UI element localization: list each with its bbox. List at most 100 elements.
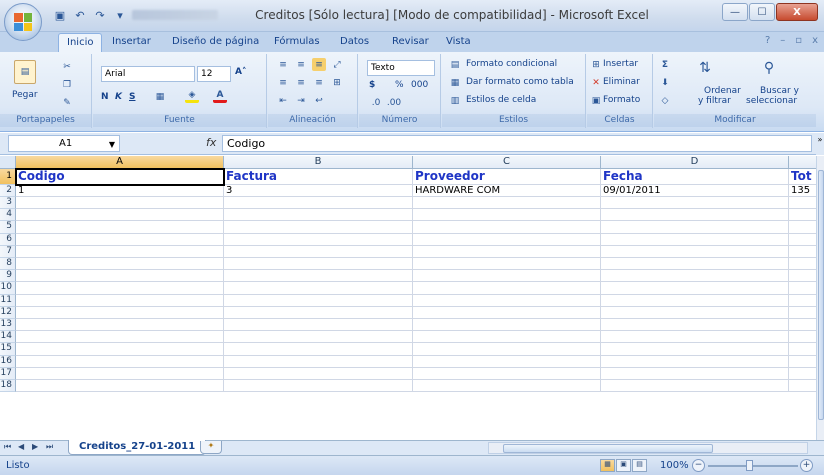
underline-button[interactable]: S — [129, 92, 135, 102]
zoom-level[interactable]: 100% — [660, 460, 689, 471]
row-header-5[interactable]: 5 — [0, 221, 16, 234]
column-header-b[interactable]: B — [224, 156, 413, 169]
cell-e1[interactable]: Tot — [789, 169, 816, 185]
help-icon[interactable]: ? — [765, 35, 770, 46]
ribbon-minimize-icon[interactable]: – — [780, 35, 785, 46]
cell-d14[interactable] — [601, 331, 789, 344]
cell-a14[interactable] — [16, 331, 224, 344]
paste-icon[interactable]: ▤ — [14, 60, 36, 84]
row-header-18[interactable]: 18 — [0, 380, 16, 393]
cell-b1[interactable]: Factura — [224, 169, 413, 185]
row-header-10[interactable]: 10 — [0, 282, 16, 295]
fill-color-icon[interactable]: ◈ — [185, 90, 199, 103]
insert-cells-icon[interactable]: ⊞ — [589, 58, 603, 71]
column-header-d[interactable]: D — [601, 156, 789, 169]
italic-button[interactable]: K — [115, 92, 122, 102]
formula-input[interactable]: Codigo — [222, 135, 812, 152]
zoom-in-icon[interactable]: + — [800, 459, 813, 472]
font-name-combo[interactable]: Arial — [101, 66, 195, 82]
autosum-icon[interactable]: Σ — [658, 58, 672, 71]
font-size-combo[interactable]: 12 — [197, 66, 231, 82]
decrease-indent-icon[interactable]: ⇤ — [276, 94, 290, 107]
tab-datos[interactable]: Datos — [340, 36, 369, 47]
cell-b12[interactable] — [224, 306, 413, 319]
cell-d9[interactable] — [601, 270, 789, 283]
cell-d4[interactable] — [601, 209, 789, 222]
page-break-view-icon[interactable]: ▤ — [632, 459, 647, 472]
column-header-c[interactable]: C — [413, 156, 601, 169]
increase-decimal-icon[interactable]: .0 — [369, 96, 383, 109]
cell-e5[interactable] — [789, 221, 816, 234]
ribbon-close-icon[interactable]: x — [812, 35, 818, 46]
cell-d5[interactable] — [601, 221, 789, 234]
cell-d15[interactable] — [601, 343, 789, 356]
percent-button[interactable]: % — [395, 80, 404, 90]
row-header-9[interactable]: 9 — [0, 270, 16, 283]
cell-b9[interactable] — [224, 270, 413, 283]
cell-b13[interactable] — [224, 319, 413, 332]
align-right-icon[interactable]: ≡ — [312, 76, 326, 89]
cell-c11[interactable] — [413, 294, 601, 307]
cell-d3[interactable] — [601, 197, 789, 210]
cell-b11[interactable] — [224, 294, 413, 307]
cell-e3[interactable] — [789, 197, 816, 210]
cell-e18[interactable] — [789, 380, 816, 393]
cell-a4[interactable] — [16, 209, 224, 222]
cell-a1[interactable]: Codigo — [16, 169, 224, 185]
sort-label[interactable]: Ordenar — [704, 86, 741, 96]
column-header-e[interactable] — [789, 156, 816, 169]
first-sheet-icon[interactable]: ⏮ — [4, 442, 11, 452]
cell-c7[interactable] — [413, 245, 601, 258]
format-table-button[interactable]: Dar formato como tabla — [466, 77, 574, 87]
cell-c16[interactable] — [413, 355, 601, 368]
cell-c12[interactable] — [413, 306, 601, 319]
align-top-icon[interactable]: ≡ — [276, 58, 290, 71]
tab-vista[interactable]: Vista — [446, 36, 471, 47]
cell-c3[interactable] — [413, 197, 601, 210]
find-label[interactable]: Buscar y — [760, 86, 799, 96]
row-header-7[interactable]: 7 — [0, 245, 16, 258]
cell-c9[interactable] — [413, 270, 601, 283]
formula-bar-expand-icon[interactable]: » — [816, 135, 824, 155]
decrease-decimal-icon[interactable]: .00 — [387, 96, 401, 109]
chevron-down-icon[interactable]: ▼ — [109, 137, 115, 152]
tab-diseno-pagina[interactable]: Diseño de página — [172, 36, 259, 47]
cell-d1[interactable]: Fecha — [601, 169, 789, 185]
zoom-out-icon[interactable]: − — [692, 459, 705, 472]
cell-d6[interactable] — [601, 233, 789, 246]
cell-d17[interactable] — [601, 367, 789, 380]
cell-e12[interactable] — [789, 307, 816, 319]
cell-e11[interactable] — [789, 295, 816, 307]
name-box[interactable]: A1 ▼ — [8, 135, 120, 152]
cell-e2[interactable]: 135 — [789, 185, 816, 197]
font-color-icon[interactable]: A — [213, 90, 227, 103]
cell-b2[interactable]: 3 — [224, 185, 413, 197]
cell-e16[interactable] — [789, 356, 816, 368]
fill-icon[interactable]: ⬇ — [658, 76, 672, 89]
cell-b7[interactable] — [224, 245, 413, 258]
minimize-button[interactable]: — — [722, 3, 748, 21]
sort-filter-icon[interactable]: ⇅ — [694, 56, 716, 80]
select-all-corner[interactable] — [0, 156, 16, 169]
zoom-slider-knob[interactable] — [746, 460, 753, 471]
align-center-icon[interactable]: ≡ — [294, 76, 308, 89]
cell-e14[interactable] — [789, 331, 816, 344]
row-header-3[interactable]: 3 — [0, 197, 16, 210]
office-button[interactable] — [4, 3, 42, 41]
cell-c2[interactable]: HARDWARE COM — [413, 185, 601, 197]
close-button[interactable]: X — [776, 3, 818, 21]
cell-a10[interactable] — [16, 282, 224, 295]
cell-d11[interactable] — [601, 294, 789, 307]
cell-e7[interactable] — [789, 246, 816, 258]
cell-d8[interactable] — [601, 258, 789, 271]
cell-a15[interactable] — [16, 343, 224, 356]
cell-styles-icon[interactable]: ▥ — [448, 94, 462, 107]
cell-d18[interactable] — [601, 380, 789, 393]
tab-insertar[interactable]: Insertar — [112, 36, 151, 47]
row-header-6[interactable]: 6 — [0, 233, 16, 246]
cell-e8[interactable] — [789, 258, 816, 271]
bold-button[interactable]: N — [101, 92, 109, 102]
cell-b17[interactable] — [224, 367, 413, 380]
cell-a12[interactable] — [16, 306, 224, 319]
cell-d13[interactable] — [601, 319, 789, 332]
